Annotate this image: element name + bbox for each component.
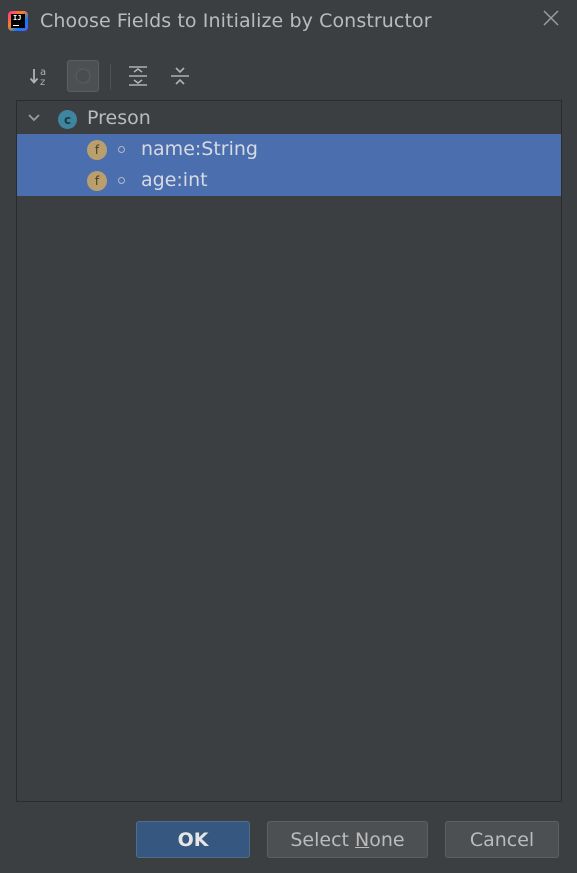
tree-row-field[interactable]: f name:String <box>17 134 561 165</box>
svg-text:z: z <box>40 77 45 88</box>
ok-button[interactable]: OK <box>136 821 250 858</box>
sort-az-icon: a z <box>29 67 46 88</box>
expand-all-button[interactable] <box>122 60 154 92</box>
collapse-all-button[interactable] <box>164 60 196 92</box>
visibility-icon <box>118 146 125 153</box>
cancel-button[interactable]: Cancel <box>445 821 559 858</box>
select-none-label-prefix: Select <box>290 828 356 851</box>
field-label: age:int <box>141 169 208 191</box>
close-icon[interactable] <box>541 8 561 28</box>
field-label: name:String <box>141 138 258 160</box>
select-none-mnemonic: N <box>355 828 370 851</box>
sort-alphabetically-button[interactable]: a z <box>24 60 56 92</box>
intellij-idea-icon: IJ <box>8 11 28 31</box>
class-icon: c <box>58 110 77 129</box>
select-none-label-suffix: one <box>369 828 405 851</box>
select-none-button[interactable]: Select None <box>267 821 428 858</box>
toolbar-separator <box>110 64 111 90</box>
dialog-title: Choose Fields to Initialize by Construct… <box>40 10 432 32</box>
circle-toggle-icon <box>75 68 91 84</box>
chevron-down-icon[interactable] <box>27 113 41 123</box>
class-label: Preson <box>87 107 151 129</box>
tree-row-class[interactable]: c Preson <box>17 103 561 134</box>
collapse-all-icon <box>171 67 189 85</box>
dialog-titlebar: IJ Choose Fields to Initialize by Constr… <box>0 0 577 44</box>
field-icon: f <box>87 140 107 160</box>
tree-toolbar: a z <box>0 58 577 98</box>
tree-row-field[interactable]: f age:int <box>17 165 561 196</box>
fields-tree[interactable]: c Preson f name:String f age:int <box>16 100 562 802</box>
visibility-icon <box>118 177 125 184</box>
expand-all-icon <box>129 66 147 86</box>
show-classes-button[interactable] <box>67 60 99 92</box>
field-icon: f <box>87 171 107 191</box>
